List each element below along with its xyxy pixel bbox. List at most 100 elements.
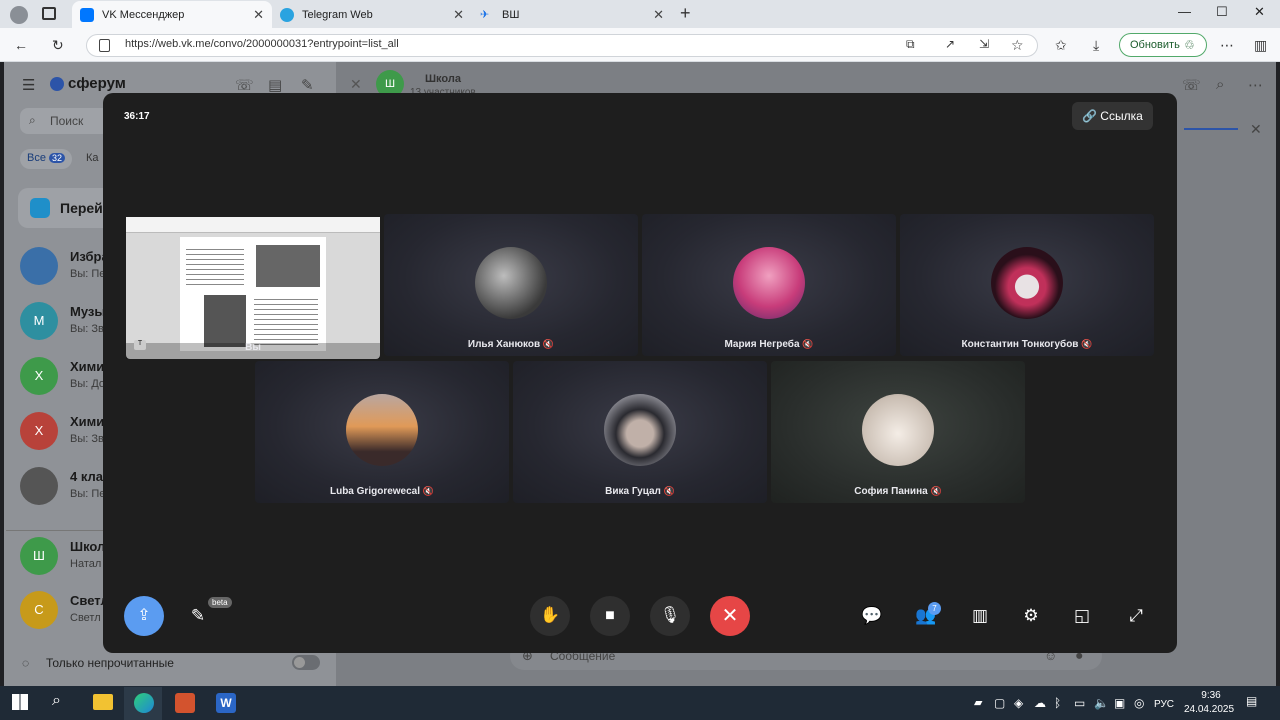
mic-off-icon: 🔇 [930, 486, 942, 496]
tab-vk[interactable]: VK Мессенджер ✕ [72, 1, 272, 28]
screen-share-button[interactable]: ⇪ [124, 596, 164, 636]
pinned-close-icon[interactable]: ✕ [1250, 121, 1262, 138]
tab-vsh[interactable]: ✈ ВШ ✕ [472, 1, 672, 28]
bluetooth-icon[interactable]: ᛒ [1054, 696, 1061, 710]
volume-icon[interactable]: 🔈 [1094, 696, 1109, 710]
clock-date[interactable]: 24.04.2025 [1182, 704, 1236, 715]
back-icon[interactable]: ← [14, 37, 28, 53]
document-text-lines [186, 245, 244, 285]
reload-icon[interactable]: ↻ [52, 37, 64, 54]
filter-all-chip[interactable]: Все 32 [20, 149, 72, 169]
chat-avatar[interactable]: Х [20, 412, 58, 450]
tray-app-icon[interactable]: ▢ [994, 696, 1005, 710]
edge-icon[interactable] [134, 693, 154, 713]
chat-title[interactable]: Музы [70, 304, 105, 319]
participant-tile[interactable]: Илья Ханюков 🔇 [384, 214, 638, 356]
close-tab-icon[interactable]: ✕ [253, 7, 264, 23]
chat-avatar[interactable]: М [20, 302, 58, 340]
powerpoint-icon[interactable] [175, 693, 195, 713]
call-icon[interactable]: ☏ [1182, 76, 1201, 94]
settings-button[interactable]: ⚙ [1019, 606, 1043, 626]
camera-button[interactable]: ■ [590, 596, 630, 636]
participant-tile[interactable]: София Панина 🔇 [771, 361, 1025, 503]
participant-tile-you[interactable]: T Вы [126, 217, 380, 359]
chat-avatar[interactable]: Х [20, 357, 58, 395]
chat-button[interactable]: 💬 [860, 606, 884, 626]
cloud-icon[interactable]: ☁ [1034, 696, 1046, 710]
compose-icon[interactable]: ✎ [301, 76, 314, 94]
favorite-star-icon[interactable]: ☆ [1011, 37, 1024, 54]
chat-header-title[interactable]: Школа [425, 73, 461, 85]
app-available-icon[interactable]: ⧉ [906, 37, 915, 52]
beta-badge: beta [208, 597, 232, 608]
network-icon[interactable]: ▭ [1074, 696, 1085, 710]
update-button[interactable]: Обновить ♲ [1119, 33, 1207, 57]
archive-icon[interactable]: ▤ [268, 76, 282, 94]
search-input[interactable]: ⌕ Поиск [20, 108, 110, 134]
participant-avatar [991, 247, 1063, 319]
taskbar-search-icon[interactable]: ⌕ [52, 692, 61, 710]
new-call-icon[interactable]: ☏ [235, 76, 254, 94]
chat-search-icon[interactable]: ⌕ [1216, 76, 1224, 93]
clock-time[interactable]: 9:36 [1190, 690, 1232, 701]
chat-avatar[interactable] [20, 247, 58, 285]
participant-tile[interactable]: Константин Тонкогубов 🔇 [900, 214, 1154, 356]
unread-only-toggle[interactable] [292, 655, 320, 670]
filter-next-chip[interactable]: Ка [86, 152, 99, 164]
participant-name: Илья Ханюков 🔇 [467, 339, 555, 350]
new-tab-icon[interactable]: + [680, 3, 691, 24]
windows-start-icon[interactable] [12, 694, 28, 710]
profile-icon[interactable] [10, 6, 28, 24]
read-aloud-icon[interactable]: ⇲ [979, 37, 989, 51]
chat-avatar[interactable] [20, 467, 58, 505]
participant-tile[interactable]: Мария Негреба 🔇 [642, 214, 896, 356]
tab-actions-icon[interactable] [42, 7, 56, 20]
chat-title[interactable]: Хими [70, 414, 104, 429]
nvidia-icon[interactable]: ▰ [974, 696, 982, 709]
chat-title[interactable]: Хими [70, 359, 104, 374]
participant-avatar [346, 394, 418, 466]
tab-telegram[interactable]: Telegram Web ✕ [272, 1, 472, 28]
copy-link-button[interactable]: 🔗 Ссылка [1072, 102, 1153, 130]
raise-hand-button[interactable]: ✋ [530, 596, 570, 636]
participant-tile[interactable]: Luba Grigorewecal 🔇 [255, 361, 509, 503]
update-icon: ♲ [1184, 38, 1195, 52]
minimize-call-button[interactable]: ◱ [1070, 606, 1094, 626]
end-call-icon: ✕ [721, 605, 739, 627]
keyboard-language[interactable]: РУС [1154, 699, 1174, 710]
close-window-icon[interactable]: ✕ [1254, 4, 1265, 20]
open-in-app-icon[interactable]: ↗ [945, 37, 955, 51]
address-bar[interactable]: https://web.vk.me/convo/2000000031?entry… [86, 34, 1038, 57]
notifications-icon[interactable]: ▤ [1246, 694, 1257, 708]
chat-avatar[interactable]: С [20, 591, 58, 629]
layout-button[interactable]: ▥ [968, 606, 992, 626]
minimize-icon[interactable]: — [1178, 4, 1191, 19]
microphone-icon: 🎙 [659, 607, 681, 624]
participant-name: Константин Тонкогубов 🔇 [961, 339, 1093, 350]
effects-button[interactable]: ✎ [186, 606, 210, 626]
page-info-icon[interactable] [99, 39, 110, 52]
participant-tile[interactable]: Вика Гуцал 🔇 [513, 361, 767, 503]
hamburger-icon[interactable]: ☰ [22, 76, 35, 94]
downloads-icon[interactable]: ⤓ [1093, 37, 1099, 54]
close-chat-icon[interactable]: ✕ [350, 76, 362, 93]
mic-off-icon: 🔇 [1081, 339, 1093, 349]
gear-icon: ⚙ [1023, 606, 1039, 625]
more-menu-icon[interactable]: ⋯ [1220, 37, 1234, 54]
file-explorer-icon[interactable] [93, 694, 113, 710]
close-tab-icon[interactable]: ✕ [453, 7, 464, 23]
close-tab-icon[interactable]: ✕ [653, 7, 664, 23]
favorites-icon[interactable]: ✩ [1055, 37, 1067, 54]
word-icon[interactable]: W [216, 693, 236, 713]
maximize-icon[interactable]: ☐ [1216, 4, 1228, 20]
security-icon[interactable]: ◈ [1014, 696, 1023, 710]
end-call-button[interactable]: ✕ [710, 596, 750, 636]
sidebar-toggle-icon[interactable]: ▥ [1254, 37, 1267, 54]
chat-avatar[interactable]: Ш [20, 537, 58, 575]
fullscreen-button[interactable]: ⤢ [1124, 606, 1148, 626]
location-icon[interactable]: ◎ [1134, 696, 1144, 710]
chat-more-icon[interactable]: ⋯ [1248, 76, 1263, 94]
display-icon[interactable]: ▣ [1114, 696, 1125, 710]
chat-title[interactable]: Школ [70, 539, 105, 554]
microphone-button[interactable]: 🎙 [650, 596, 690, 636]
